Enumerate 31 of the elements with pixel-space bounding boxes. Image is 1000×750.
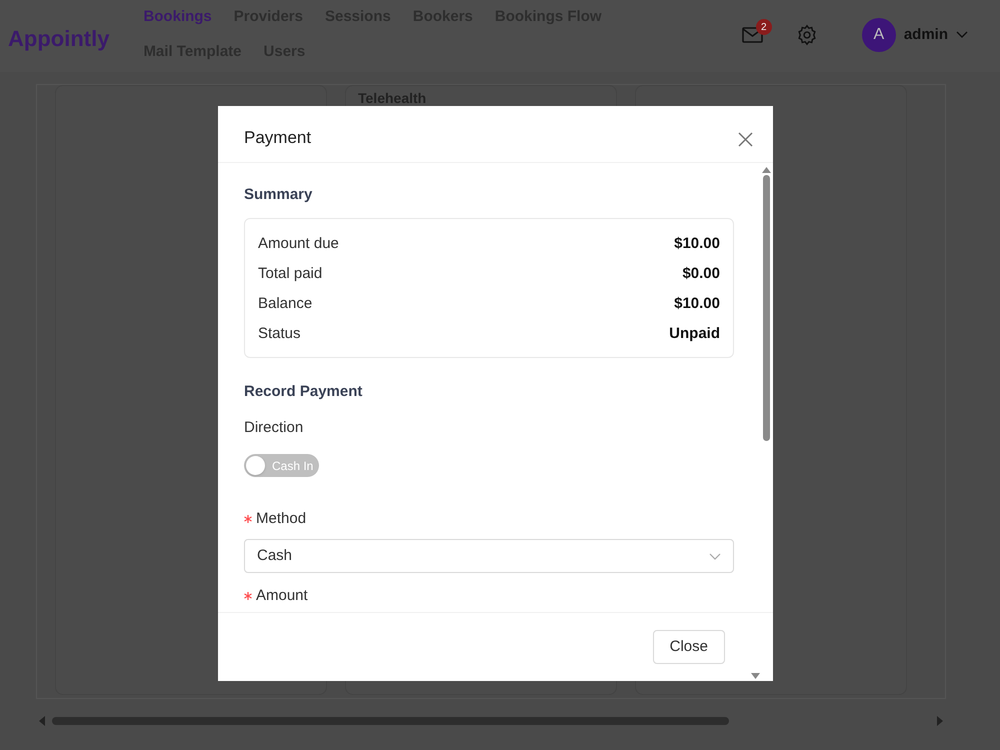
scrollbar-thumb[interactable] <box>52 717 729 725</box>
scroll-up-icon[interactable] <box>762 167 771 173</box>
dialog-title: Payment <box>244 127 312 149</box>
user-name[interactable]: admin <box>904 24 948 46</box>
chevron-down-icon[interactable] <box>956 31 968 39</box>
close-icon <box>738 132 753 147</box>
chevron-down-icon <box>709 552 721 560</box>
summary-label: Total paid <box>258 264 322 284</box>
summary-label: Status <box>258 324 301 344</box>
close-button[interactable]: Close <box>652 630 725 664</box>
field-label: Direction <box>244 418 304 438</box>
notification-badge: 2 <box>756 19 772 35</box>
field-label: Amount <box>256 586 308 606</box>
summary-value: Unpaid <box>669 324 720 344</box>
user-avatar[interactable]: A <box>862 18 896 52</box>
settings-icon[interactable] <box>796 24 818 46</box>
scroll-down-icon[interactable] <box>751 673 760 679</box>
scrollbar-thumb[interactable] <box>763 175 770 441</box>
field-label: Method <box>256 508 306 529</box>
summary-value: $10.00 <box>674 294 720 314</box>
section-heading: Record Payment <box>244 382 364 402</box>
toggle-switch[interactable]: Cash In <box>244 454 319 477</box>
scroll-left-icon[interactable] <box>38 716 46 726</box>
summary-value: $10.00 <box>674 234 720 254</box>
method-select[interactable]: Cash <box>244 539 734 573</box>
section-heading: Summary <box>244 185 314 205</box>
summary-label: Balance <box>258 294 312 314</box>
summary-value: $0.00 <box>682 264 720 284</box>
scroll-right-icon[interactable] <box>936 716 944 726</box>
summary-label: Amount due <box>258 234 339 254</box>
close-button[interactable] <box>738 132 753 147</box>
